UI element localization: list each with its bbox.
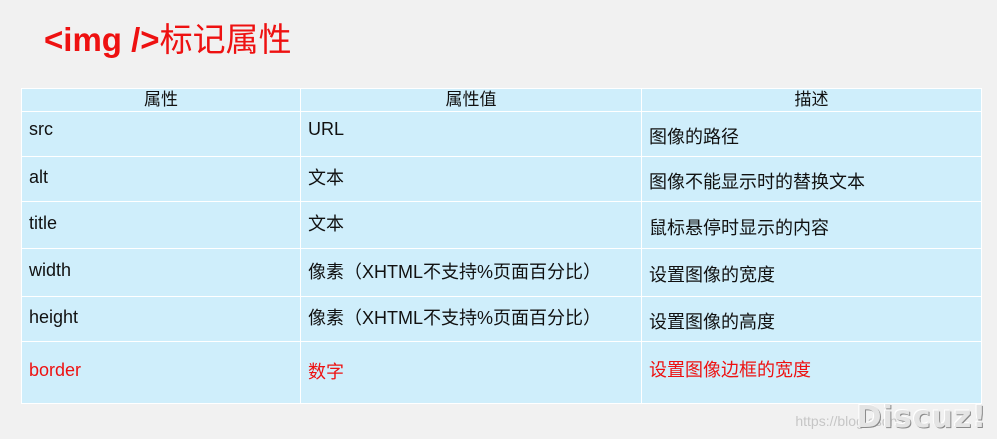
attribute-value: 像素（XHTML不支持%页面百分比） xyxy=(308,261,602,282)
attribute-cell: alt xyxy=(21,156,301,202)
attribute-cell: title xyxy=(21,201,301,249)
attribute-name: width xyxy=(29,260,72,280)
attribute-description: 设置图像的高度 xyxy=(649,312,775,332)
table-row: width 像素（XHTML不支持%页面百分比） 设置图像的宽度 xyxy=(21,248,982,297)
attribute-description: 设置图像边框的宽度 xyxy=(649,359,811,380)
description-cell: 鼠标悬停时显示的内容 xyxy=(641,201,982,249)
attribute-description: 图像不能显示时的替换文本 xyxy=(649,172,865,192)
attribute-value: 数字 xyxy=(308,361,344,382)
attribute-value: 像素（XHTML不支持%页面百分比） xyxy=(308,308,602,328)
description-cell: 图像的路径 xyxy=(641,111,982,157)
table-row: src URL 图像的路径 xyxy=(21,111,982,157)
page-title-text: 标记属性 xyxy=(159,20,292,59)
attribute-cell: width xyxy=(21,248,301,297)
value-cell: 像素（XHTML不支持%页面百分比） xyxy=(300,248,642,297)
attribute-name: src xyxy=(29,118,53,139)
attribute-name: title xyxy=(29,212,58,233)
table-row: title 文本 鼠标悬停时显示的内容 xyxy=(21,201,982,249)
description-cell: 设置图像的高度 xyxy=(641,296,982,342)
column-header-description: 描述 xyxy=(641,88,982,112)
attribute-cell: border xyxy=(21,341,301,404)
attribute-description: 图像的路径 xyxy=(649,127,739,147)
attribute-description: 设置图像的宽度 xyxy=(649,264,775,285)
attribute-value: URL xyxy=(308,118,345,139)
attribute-cell: height xyxy=(21,296,301,342)
page-title-code: <img /> xyxy=(44,21,160,58)
table-row: height 像素（XHTML不支持%页面百分比） 设置图像的高度 xyxy=(21,296,982,342)
column-header-value: 属性值 xyxy=(300,88,642,112)
discuz-logo: Discuz! xyxy=(856,400,987,435)
attribute-description: 鼠标悬停时显示的内容 xyxy=(649,218,829,238)
description-cell: 设置图像边框的宽度 xyxy=(641,341,982,404)
table-row-highlighted: border 数字 设置图像边框的宽度 xyxy=(21,341,982,404)
attribute-cell: src xyxy=(21,111,301,157)
attribute-name: height xyxy=(29,306,79,327)
attribute-value: 文本 xyxy=(308,214,344,234)
table-header-row: 属性 属性值 描述 xyxy=(21,88,982,112)
page-title: <img />标记属性 xyxy=(44,18,292,62)
img-attributes-table: 属性 属性值 描述 src URL 图像的路径 alt 文本 图像不能显示时的替… xyxy=(21,88,982,404)
table-row: alt 文本 图像不能显示时的替换文本 xyxy=(21,156,982,202)
attribute-name: border xyxy=(29,360,82,380)
description-cell: 图像不能显示时的替换文本 xyxy=(641,156,982,202)
value-cell: 数字 xyxy=(300,341,642,404)
attribute-value: 文本 xyxy=(308,168,344,188)
value-cell: URL xyxy=(300,111,642,157)
value-cell: 像素（XHTML不支持%页面百分比） xyxy=(300,296,642,342)
value-cell: 文本 xyxy=(300,201,642,249)
value-cell: 文本 xyxy=(300,156,642,202)
description-cell: 设置图像的宽度 xyxy=(641,248,982,297)
attribute-name: alt xyxy=(29,166,49,187)
column-header-attribute: 属性 xyxy=(21,88,301,112)
